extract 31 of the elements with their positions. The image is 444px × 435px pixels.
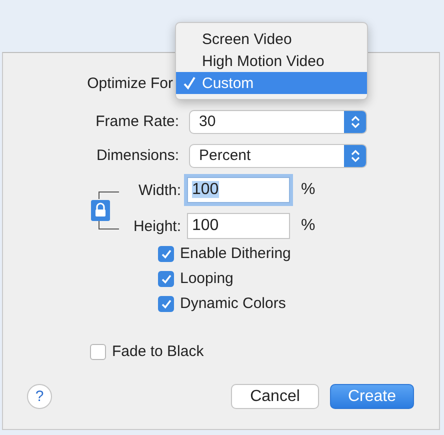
checkbox-label: Dynamic Colors [180, 295, 286, 312]
unit-label: % [301, 217, 316, 235]
checkbox[interactable] [158, 246, 174, 262]
unit-label: % [301, 181, 316, 199]
dimensions-popup[interactable]: Percent [189, 144, 367, 168]
menu-item[interactable]: Screen Video [176, 28, 367, 50]
frame-rate-popup[interactable]: 30 [189, 110, 367, 134]
dimensions-label: Dimensions: [95, 147, 179, 164]
checkbox-label: Enable Dithering [180, 245, 291, 262]
menu-item[interactable]: Custom [176, 72, 367, 94]
chevron-up-down-icon [350, 114, 360, 128]
size-label: Width: [137, 182, 181, 198]
lock-button[interactable] [89, 191, 121, 231]
check-icon [160, 248, 172, 258]
checkbox-label: Looping [180, 270, 234, 287]
size-label: Height: [132, 218, 181, 234]
checkbox-label: Fade to Black [112, 343, 204, 360]
help-button[interactable]: ? [27, 384, 52, 409]
check-icon [160, 274, 172, 284]
checkbox[interactable] [158, 270, 174, 286]
checkmark-icon [183, 76, 196, 90]
cancel-button[interactable]: Cancel [231, 384, 319, 409]
number-field[interactable]: 100 [187, 213, 290, 239]
checkbox[interactable] [158, 296, 174, 312]
number-field[interactable]: 100 [187, 177, 290, 203]
menu-item[interactable]: High Motion Video [176, 50, 367, 72]
chevron-up-down-icon [350, 148, 360, 162]
optimize-for-label: Optimize For [86, 75, 173, 92]
checkbox[interactable] [90, 344, 106, 360]
check-icon [160, 298, 172, 308]
frame-rate-label: Frame Rate: [94, 113, 179, 130]
